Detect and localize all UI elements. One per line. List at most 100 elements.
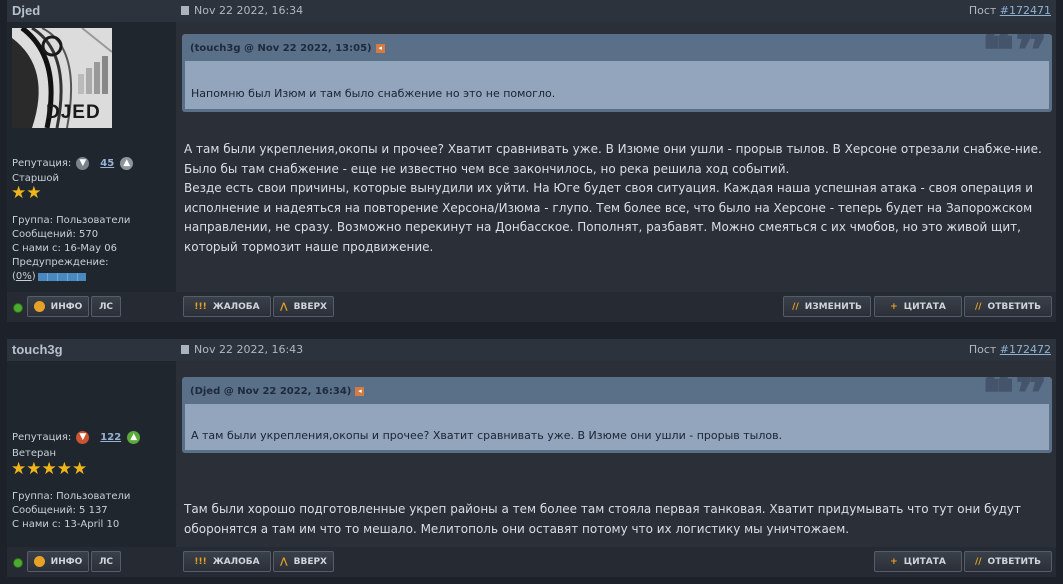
quote-button[interactable]: + ЦИТАТА xyxy=(874,551,962,572)
post-link[interactable]: #172471 xyxy=(1000,4,1051,17)
reply-button[interactable]: // ОТВЕТИТЬ xyxy=(964,296,1052,317)
user-info-panel: DJED Репутация: ▼ 45 ▲ Старшой ★★ Группа… xyxy=(7,22,176,292)
report-button[interactable]: !!! ЖАЛОБА xyxy=(183,296,271,317)
author-name[interactable]: Djed xyxy=(12,3,40,18)
message-paragraph: А там были укрепления,окопы и прочее? Хв… xyxy=(184,142,1042,156)
user-post-count: Сообщений: 570 xyxy=(12,229,99,240)
quote-block: (touch3g @ Nov 22 2022, 13:05) ◂ ❝❞ Напо… xyxy=(182,34,1052,112)
post-actions: ИНФО ЛС !!! ЖАЛОБА ⋀ ВВЕРХ + ЦИТАТА // ОТВЕТ… xyxy=(7,547,1056,577)
report-button[interactable]: !!! ЖАЛОБА xyxy=(183,551,271,572)
document-icon xyxy=(181,345,189,354)
post-date-text: Nov 22 2022, 16:43 xyxy=(194,343,304,356)
message-paragraph: Было бы там снабжение - еще не известно … xyxy=(184,161,790,176)
thumb-down-icon[interactable]: ▼ xyxy=(76,431,90,444)
quote-author: (Djed @ Nov 22 2022, 16:34) xyxy=(190,386,352,397)
user-stats: Группа: Пользователи Сообщений: 5 137 С … xyxy=(12,490,130,532)
reputation-value[interactable]: 122 xyxy=(100,432,121,443)
info-label: ИНФО xyxy=(50,556,83,567)
reputation-row: Репутация: ▼ 122 ▲ xyxy=(12,431,145,444)
user-group: Группа: Пользователи xyxy=(12,491,131,502)
pm-button[interactable]: ЛС xyxy=(91,551,121,572)
message-paragraph: Там были хорошо подготовленные укреп рай… xyxy=(184,502,1021,536)
post-label: Пост xyxy=(968,4,997,17)
warning-label: Предупреждение: xyxy=(12,257,109,268)
post-number: Пост #172471 xyxy=(969,4,1051,17)
thumb-up-icon[interactable]: ▲ xyxy=(127,431,141,444)
post-date-text: Nov 22 2022, 16:34 xyxy=(194,4,304,17)
edit-button[interactable]: // ИЗМЕНИТЬ xyxy=(783,296,871,317)
thumb-up-icon[interactable]: ▲ xyxy=(120,157,134,170)
quote-author: (touch3g @ Nov 22 2022, 13:05) xyxy=(190,43,372,54)
user-rank: Ветеран xyxy=(12,448,57,459)
info-button[interactable]: ИНФО xyxy=(27,551,89,572)
post-date: Nov 22 2022, 16:43 xyxy=(181,343,303,356)
warning-percent[interactable]: 0% xyxy=(16,270,32,284)
user-info-panel: Репутация: ▼ 122 ▲ Ветеран ★★★★★ Группа:… xyxy=(7,361,176,547)
quote-body: Напомню был Изюм и там было снабжение но… xyxy=(185,61,1049,109)
reputation-label: Репутация: xyxy=(12,432,72,443)
report-label: ЖАЛОБА xyxy=(212,556,260,567)
back-to-quote-icon[interactable]: ◂ xyxy=(355,387,365,396)
quote-text: Напомню был Изюм и там было снабжение но… xyxy=(191,87,556,100)
post-number: Пост #172472 xyxy=(969,343,1051,356)
reputation-value[interactable]: 45 xyxy=(100,158,114,169)
quote-body: А там были укрепления,окопы и прочее? Хв… xyxy=(185,404,1049,450)
message-body: А там были укрепления,окопы и прочее? Хв… xyxy=(184,140,1050,257)
rank-stars: ★★★★★ xyxy=(11,459,88,479)
reputation-row: Репутация: ▼ 45 ▲ xyxy=(12,157,138,170)
avatar: DJED xyxy=(12,28,112,128)
post-header: Djed Nov 22 2022, 16:34 Пост #172471 xyxy=(7,0,1056,22)
back-to-quote-icon[interactable]: ◂ xyxy=(375,44,385,53)
online-status-icon xyxy=(13,303,23,313)
quote-text: А там были укрепления,окопы и прочее? Хв… xyxy=(191,429,783,442)
info-label: ИНФО xyxy=(50,301,83,312)
up-icon: ⋀ xyxy=(280,301,288,312)
reputation-label: Репутация: xyxy=(12,158,72,169)
post-header: touch3g Nov 22 2022, 16:43 Пост #172472 xyxy=(7,339,1056,361)
pm-label: ЛС xyxy=(98,301,114,312)
reply-icon: // xyxy=(974,301,982,312)
smile-icon xyxy=(33,556,45,567)
quote-button[interactable]: + ЦИТАТА xyxy=(874,296,962,317)
reply-icon: // xyxy=(974,556,982,567)
rank-stars: ★★ xyxy=(11,183,42,203)
quote-label: ЦИТАТА xyxy=(903,556,946,567)
forum-post: Djed Nov 22 2022, 16:34 Пост #172471 DJE… xyxy=(7,0,1056,323)
quote-header: (Djed @ Nov 22 2022, 16:34) ◂ xyxy=(190,386,365,397)
avatar-text: DJED xyxy=(46,102,101,123)
up-button[interactable]: ⋀ ВВЕРХ xyxy=(273,551,334,572)
quote-header: (touch3g @ Nov 22 2022, 13:05) ◂ xyxy=(190,43,385,54)
post-content: (Djed @ Nov 22 2022, 16:34) ◂ ❝❞ А там б… xyxy=(176,361,1056,547)
user-stats: Группа: Пользователи Сообщений: 570 С на… xyxy=(12,214,130,284)
author-name[interactable]: touch3g xyxy=(12,342,63,357)
reply-button[interactable]: // ОТВЕТИТЬ xyxy=(964,551,1052,572)
report-label: ЖАЛОБА xyxy=(212,301,260,312)
forum-post: touch3g Nov 22 2022, 16:43 Пост #172472 … xyxy=(7,339,1056,579)
reply-label: ОТВЕТИТЬ xyxy=(987,301,1042,312)
quote-label: ЦИТАТА xyxy=(903,301,946,312)
post-link[interactable]: #172472 xyxy=(1000,343,1051,356)
post-content: (touch3g @ Nov 22 2022, 13:05) ◂ ❝❞ Напо… xyxy=(176,22,1056,292)
post-date: Nov 22 2022, 16:34 xyxy=(181,4,303,17)
reply-label: ОТВЕТИТЬ xyxy=(987,556,1042,567)
info-button[interactable]: ИНФО xyxy=(27,296,89,317)
pm-label: ЛС xyxy=(98,556,114,567)
post-label: Пост xyxy=(968,343,997,356)
warning-level: (0%) xyxy=(12,270,130,284)
pm-button[interactable]: ЛС xyxy=(91,296,121,317)
user-group: Группа: Пользователи xyxy=(12,215,131,226)
online-status-icon xyxy=(13,558,23,568)
document-icon xyxy=(181,6,189,15)
thumb-down-icon[interactable]: ▼ xyxy=(76,157,90,170)
report-icon: !!! xyxy=(194,301,207,312)
post-actions: ИНФО ЛС !!! ЖАЛОБА ⋀ ВВЕРХ // ИЗМЕНИТЬ + ЦИТ… xyxy=(7,292,1056,322)
up-label: ВВЕРХ xyxy=(293,556,327,567)
warning-bar xyxy=(37,273,86,281)
user-join-date: С нами с: 16-May 06 xyxy=(12,243,118,254)
message-paragraph: Везде есть свои причины, которые вынудил… xyxy=(184,181,1034,254)
up-icon: ⋀ xyxy=(280,556,288,567)
up-label: ВВЕРХ xyxy=(293,301,327,312)
user-join-date: С нами с: 13-April 10 xyxy=(12,519,120,530)
up-button[interactable]: ⋀ ВВЕРХ xyxy=(273,296,334,317)
report-icon: !!! xyxy=(194,556,207,567)
